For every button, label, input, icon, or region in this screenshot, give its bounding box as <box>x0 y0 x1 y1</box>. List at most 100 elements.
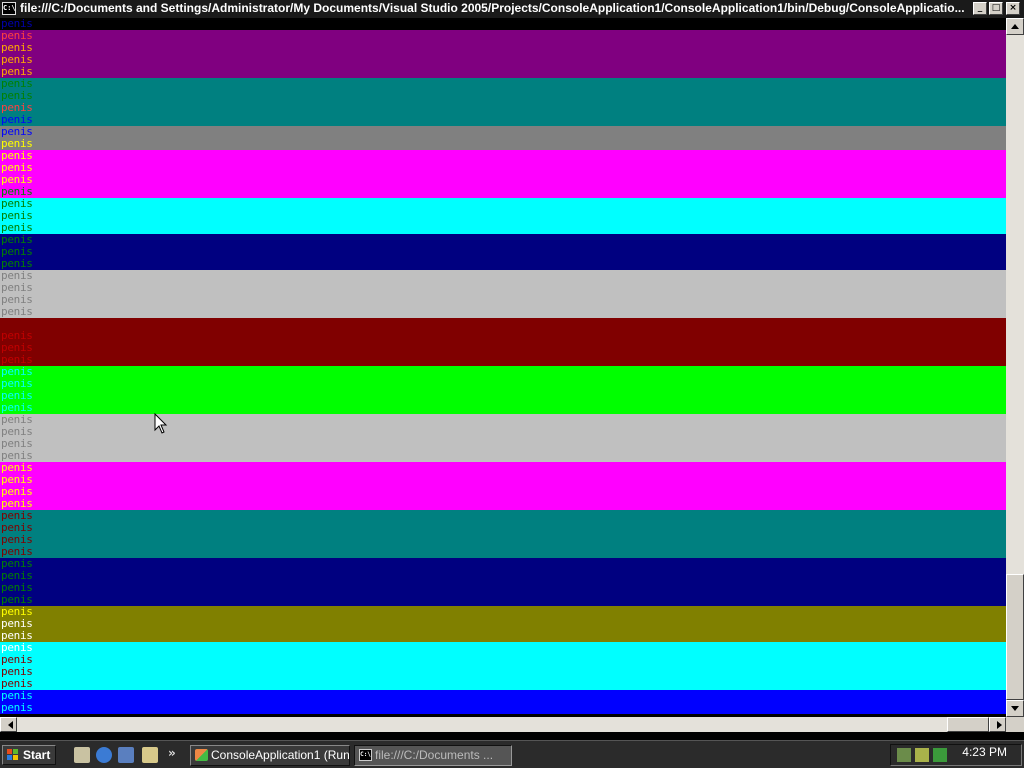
volume-icon[interactable] <box>915 748 929 762</box>
vertical-scroll-thumb[interactable] <box>1006 574 1024 700</box>
console-line: penis <box>0 678 1006 690</box>
network-icon[interactable] <box>897 748 911 762</box>
security-shield-icon[interactable] <box>933 748 947 762</box>
console-line-text: penis <box>1 66 33 78</box>
console-line: penis <box>0 306 1006 318</box>
console-line: penis <box>0 246 1006 258</box>
console-line: penis <box>0 138 1006 150</box>
console-line: penis <box>0 102 1006 114</box>
console-line-text: penis <box>1 642 33 654</box>
console-line-text: penis <box>1 450 33 462</box>
mouse-pointer-icon <box>154 413 168 434</box>
console-line-text: penis <box>1 426 33 438</box>
minimize-button[interactable]: _ <box>973 2 987 15</box>
console-line-text: penis <box>1 402 33 414</box>
console-line-text: penis <box>1 486 33 498</box>
clock[interactable]: 4:23 PM <box>962 745 1007 759</box>
console-output[interactable]: penis penis penis penis penis penis penis penis… <box>0 18 1006 717</box>
console-line-text: penis <box>1 618 33 630</box>
console-line-text: penis <box>1 702 33 714</box>
scroll-right-arrow-icon[interactable] <box>989 717 1006 732</box>
scrollbar-corner <box>1006 717 1024 732</box>
console-line: penis <box>0 126 1006 138</box>
console-line-text: penis <box>1 30 33 42</box>
show-desktop-icon[interactable] <box>74 747 90 763</box>
console-line: penis <box>0 90 1006 102</box>
console-line-text: penis <box>1 162 33 174</box>
console-line-text: penis <box>1 222 33 234</box>
console-icon: C:\ <box>359 749 372 761</box>
console-line: penis <box>0 390 1006 402</box>
start-button[interactable]: Start <box>2 745 56 765</box>
console-line-text: penis <box>1 522 33 534</box>
console-line-text: penis <box>1 342 33 354</box>
console-line: penis <box>0 174 1006 186</box>
console-line: penis <box>0 450 1006 462</box>
window-title: file:///C:/Documents and Settings/Admini… <box>20 1 965 15</box>
scroll-down-arrow-icon[interactable] <box>1006 700 1024 717</box>
console-line: penis <box>0 294 1006 306</box>
console-line: penis <box>0 66 1006 78</box>
console-line-text: penis <box>1 138 33 150</box>
console-line: penis <box>0 606 1006 618</box>
console-line: penis <box>0 342 1006 354</box>
taskbar: Start » ConsoleApplication1 (Run... C:\ … <box>0 740 1024 768</box>
console-line-text: penis <box>1 174 33 186</box>
console-line: penis <box>0 366 1006 378</box>
taskbar-button-console[interactable]: C:\ file:///C:/Documents ... <box>354 745 512 766</box>
console-line: penis <box>0 426 1006 438</box>
console-line-text: penis <box>1 666 33 678</box>
console-line-text: penis <box>1 678 33 690</box>
close-button[interactable]: × <box>1006 2 1020 15</box>
taskbar-button-visual-studio[interactable]: ConsoleApplication1 (Run... <box>190 745 350 766</box>
internet-explorer-icon[interactable] <box>96 747 112 763</box>
console-line-text: penis <box>1 186 33 198</box>
title-bar[interactable]: C:\ file:///C:/Documents and Settings/Ad… <box>0 0 1024 18</box>
console-line: penis <box>0 42 1006 54</box>
console-line-text: penis <box>1 54 33 66</box>
console-line: penis <box>0 234 1006 246</box>
windows-explorer-icon[interactable] <box>142 747 158 763</box>
console-line-text: penis <box>1 318 33 330</box>
console-line-text: penis <box>1 150 33 162</box>
console-line-text: penis <box>1 390 33 402</box>
console-line: penis <box>0 54 1006 66</box>
console-line-text: penis <box>1 126 33 138</box>
scroll-up-arrow-icon[interactable] <box>1006 18 1024 35</box>
console-line: penis <box>0 414 1006 426</box>
console-line-text: penis <box>1 606 33 618</box>
horizontal-scroll-thumb[interactable] <box>947 717 989 732</box>
maximize-button[interactable]: □ <box>989 2 1003 15</box>
console-line-text: penis <box>1 198 33 210</box>
console-line: penis <box>0 78 1006 90</box>
scroll-left-arrow-icon[interactable] <box>0 717 17 732</box>
horizontal-scrollbar[interactable] <box>0 717 1006 732</box>
console-line-text: penis <box>1 78 33 90</box>
console-line: penis <box>0 702 1006 714</box>
console-line: penis <box>0 558 1006 570</box>
console-line: penis <box>0 330 1006 342</box>
console-line: penis <box>0 642 1006 654</box>
outlook-express-icon[interactable] <box>118 747 134 763</box>
console-line: penis <box>0 150 1006 162</box>
console-line: penis <box>0 354 1006 366</box>
console-line-text: penis <box>1 42 33 54</box>
console-line-text: penis <box>1 330 33 342</box>
console-line-text: penis <box>1 294 33 306</box>
console-app-icon[interactable]: C:\ <box>2 2 16 15</box>
console-line-text: penis <box>1 462 33 474</box>
console-line: penis <box>0 198 1006 210</box>
console-line: penis <box>0 594 1006 606</box>
console-line: penis <box>0 162 1006 174</box>
console-line-text: penis <box>1 90 33 102</box>
console-line: penis <box>0 546 1006 558</box>
console-line-text: penis <box>1 654 33 666</box>
console-line: penis <box>0 690 1006 702</box>
visual-studio-icon <box>195 749 208 761</box>
console-line: penis <box>0 438 1006 450</box>
task-label: ConsoleApplication1 (Run... <box>211 748 350 762</box>
console-line-text: penis <box>1 498 33 510</box>
quick-launch-more-chevron-icon[interactable]: » <box>168 746 176 760</box>
vertical-scrollbar[interactable] <box>1006 18 1024 717</box>
console-line: penis <box>0 378 1006 390</box>
